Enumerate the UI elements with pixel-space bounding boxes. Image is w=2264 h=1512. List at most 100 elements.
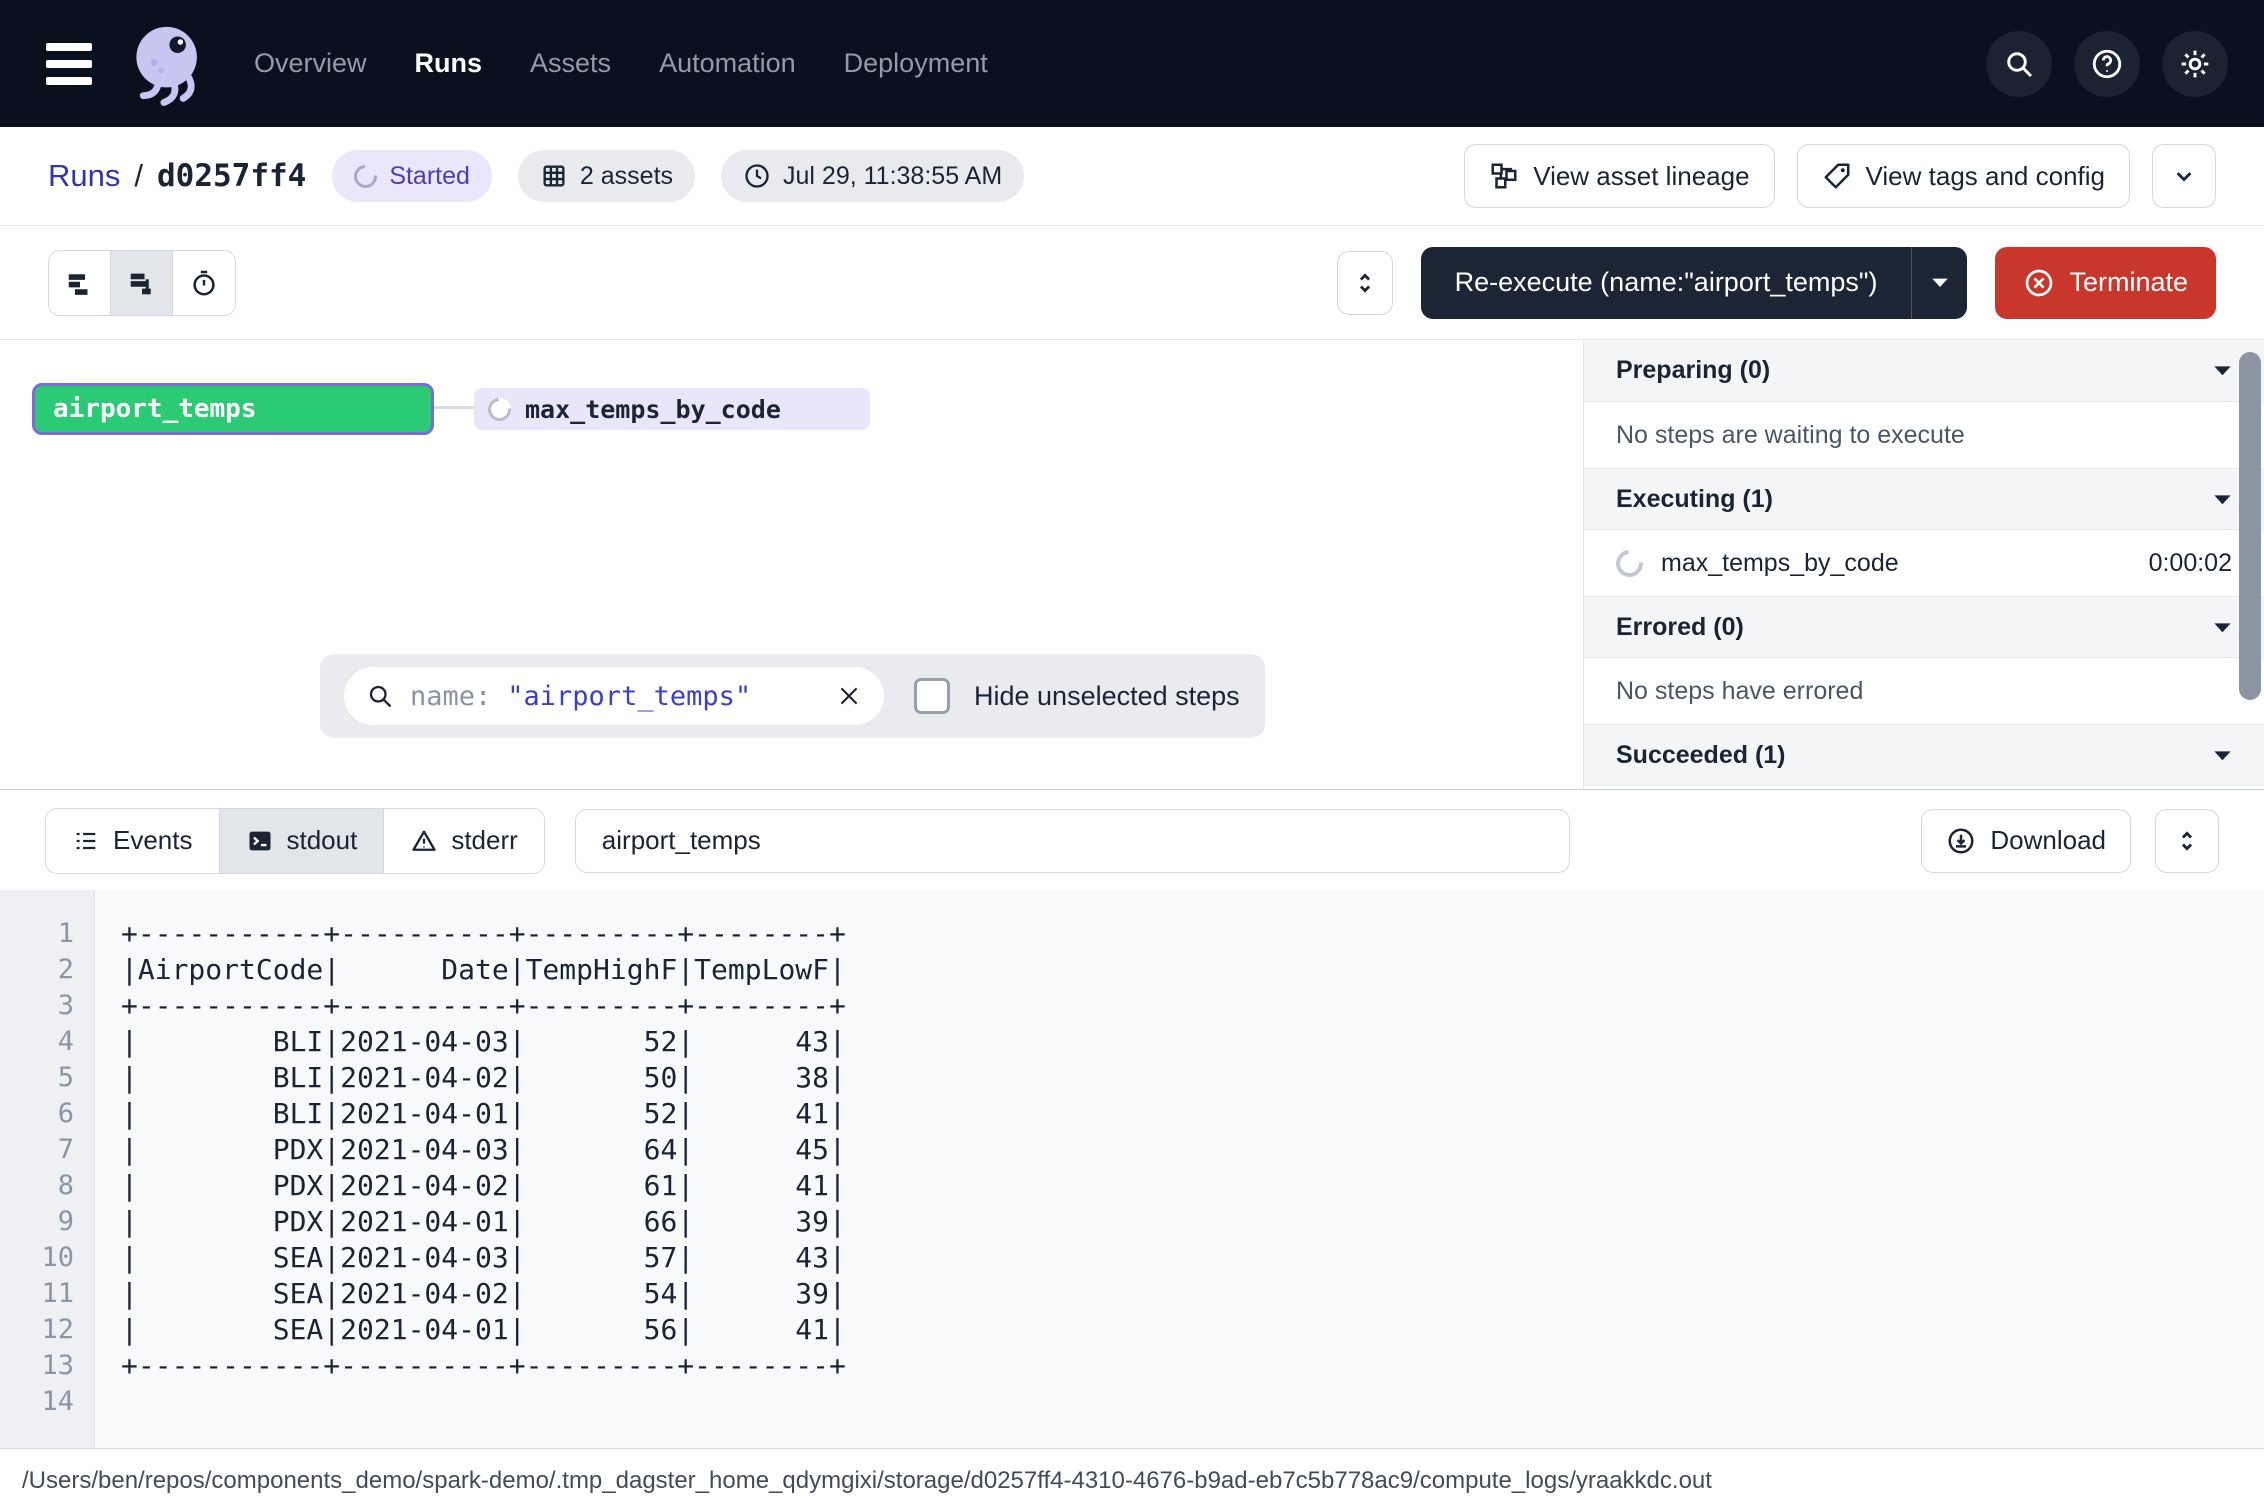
topnav-actions — [1986, 31, 2228, 97]
gantt-step-airport-temps[interactable]: airport_temps — [32, 383, 434, 435]
expand-logs-button[interactable] — [2155, 809, 2219, 873]
log-line: +-----------+----------+---------+------… — [121, 916, 2264, 952]
elapsed-time: 0:00:02 — [2149, 549, 2232, 578]
filter-query-prefix: name: — [410, 681, 491, 712]
tag-icon — [1822, 161, 1852, 191]
expand-vertical-icon — [1351, 269, 1379, 297]
help-button[interactable] — [2074, 31, 2140, 97]
nav-item-assets[interactable]: Assets — [530, 48, 611, 79]
run-actions-dropdown-button[interactable] — [2152, 144, 2216, 208]
log-line: |AirportCode| Date|TempHighF|TempLowF| — [121, 952, 2264, 988]
chevron-down-icon — [2170, 162, 2198, 190]
view-mode-timer-button[interactable] — [173, 251, 235, 315]
run-header: Runs / d0257ff4 Started 2 assets Jul 29,… — [0, 127, 2264, 226]
log-step-selector[interactable]: airport_temps — [575, 809, 1570, 873]
lineage-icon — [1489, 161, 1519, 191]
step-connector-line — [434, 406, 474, 409]
status-badge: Started — [332, 150, 492, 202]
help-icon — [2090, 47, 2124, 81]
line-number: 5 — [0, 1060, 94, 1096]
zoom-fit-button[interactable] — [1337, 251, 1393, 315]
line-number-gutter: 1 2 3 4 5 6 7 8 9 10 11 12 13 14 — [0, 890, 95, 1448]
assets-badge[interactable]: 2 assets — [518, 150, 695, 202]
line-number: 6 — [0, 1096, 94, 1132]
log-line: | BLI|2021-04-03| 52| 43| — [121, 1024, 2264, 1060]
view-mode-flat-button[interactable] — [49, 251, 111, 315]
hide-unselected-checkbox[interactable] — [914, 678, 950, 714]
log-tabs: Events stdout stderr — [45, 808, 545, 874]
log-line: | PDX|2021-04-02| 61| 41| — [121, 1168, 2264, 1204]
breadcrumb-separator: / — [134, 158, 143, 194]
nav-items: Overview Runs Assets Automation Deployme… — [254, 48, 988, 79]
line-number: 12 — [0, 1312, 94, 1348]
breadcrumb-runs-link[interactable]: Runs — [48, 158, 120, 194]
caret-down-icon — [2213, 622, 2232, 633]
log-line: | SEA|2021-04-03| 57| 43| — [121, 1240, 2264, 1276]
log-viewer[interactable]: 1 2 3 4 5 6 7 8 9 10 11 12 13 14 +------… — [0, 890, 2264, 1448]
panel-section-preparing[interactable]: Preparing (0) — [1584, 340, 2264, 402]
gantt-step-max-temps-by-code[interactable]: max_temps_by_code — [474, 388, 870, 430]
gantt-waterfall-icon — [127, 268, 157, 298]
run-toolbar: Re-execute (name:"airport_temps") Termin… — [0, 226, 2264, 340]
reexecute-button[interactable]: Re-execute (name:"airport_temps") — [1421, 247, 1968, 319]
tab-events[interactable]: Events — [46, 809, 220, 873]
nav-item-deployment[interactable]: Deployment — [844, 48, 988, 79]
run-main-area: airport_temps max_temps_by_code name: "a… — [0, 340, 2264, 790]
status-spinner-icon — [350, 160, 382, 192]
executing-spinner-icon — [1610, 544, 1648, 582]
hamburger-menu-icon[interactable] — [46, 36, 102, 92]
log-footer: /Users/ben/repos/components_demo/spark-d… — [0, 1448, 2264, 1512]
nav-item-overview[interactable]: Overview — [254, 48, 367, 79]
panel-section-errored[interactable]: Errored (0) — [1584, 596, 2264, 658]
line-number: 13 — [0, 1348, 94, 1384]
log-line: +-----------+----------+---------+------… — [121, 988, 2264, 1024]
preparing-empty-row: No steps are waiting to execute — [1584, 402, 2264, 468]
run-id: d0257ff4 — [157, 158, 306, 194]
download-button[interactable]: Download — [1921, 809, 2131, 873]
panel-scrollbar[interactable] — [2239, 352, 2261, 700]
settings-button[interactable] — [2162, 31, 2228, 97]
line-number: 10 — [0, 1240, 94, 1276]
line-number: 9 — [0, 1204, 94, 1240]
tab-stdout[interactable]: stdout — [220, 809, 385, 873]
caret-down-icon — [2213, 494, 2232, 505]
log-line: | SEA|2021-04-02| 54| 39| — [121, 1276, 2264, 1312]
gear-icon — [2178, 47, 2212, 81]
log-line: | PDX|2021-04-01| 66| 39| — [121, 1204, 2264, 1240]
clock-icon — [743, 162, 771, 190]
dagster-run-page: Overview Runs Assets Automation Deployme… — [0, 0, 2264, 1512]
search-button[interactable] — [1986, 31, 2052, 97]
panel-section-executing[interactable]: Executing (1) — [1584, 468, 2264, 530]
step-status-panel: Preparing (0) No steps are waiting to ex… — [1583, 340, 2264, 789]
nav-item-automation[interactable]: Automation — [659, 48, 796, 79]
log-file-path: /Users/ben/repos/components_demo/spark-d… — [22, 1467, 1712, 1495]
gantt-chart: airport_temps max_temps_by_code name: "a… — [0, 340, 1583, 789]
warning-icon — [410, 827, 438, 855]
log-line: +-----------+----------+---------+------… — [121, 1348, 2264, 1384]
line-number: 4 — [0, 1024, 94, 1060]
caret-down-icon — [2213, 750, 2232, 761]
line-number: 11 — [0, 1276, 94, 1312]
log-line: | SEA|2021-04-01| 56| 41| — [121, 1312, 2264, 1348]
nav-item-runs[interactable]: Runs — [415, 48, 483, 79]
tab-stderr[interactable]: stderr — [384, 809, 543, 873]
executing-step-row[interactable]: max_temps_by_code 0:00:02 — [1584, 530, 2264, 596]
timestamp-badge: Jul 29, 11:38:55 AM — [721, 150, 1024, 202]
caret-down-icon — [1931, 277, 1949, 288]
list-icon — [72, 827, 100, 855]
panel-section-succeeded[interactable]: Succeeded (1) — [1584, 724, 2264, 786]
log-line: | BLI|2021-04-01| 52| 41| — [121, 1096, 2264, 1132]
step-filter-input[interactable]: name: "airport_temps" — [344, 667, 884, 725]
errored-empty-row: No steps have errored — [1584, 658, 2264, 724]
dagster-logo-icon[interactable] — [124, 14, 216, 114]
terminal-icon — [246, 827, 274, 855]
caret-down-icon — [2213, 365, 2232, 376]
view-mode-waterfall-button[interactable] — [111, 251, 173, 315]
stopwatch-icon — [189, 268, 219, 298]
view-tags-config-button[interactable]: View tags and config — [1797, 144, 2130, 208]
view-mode-toggle — [48, 250, 236, 316]
terminate-button[interactable]: Terminate — [1995, 247, 2216, 319]
clear-filter-button[interactable] — [836, 683, 862, 709]
reexecute-dropdown-button[interactable] — [1911, 247, 1967, 319]
view-asset-lineage-button[interactable]: View asset lineage — [1464, 144, 1774, 208]
